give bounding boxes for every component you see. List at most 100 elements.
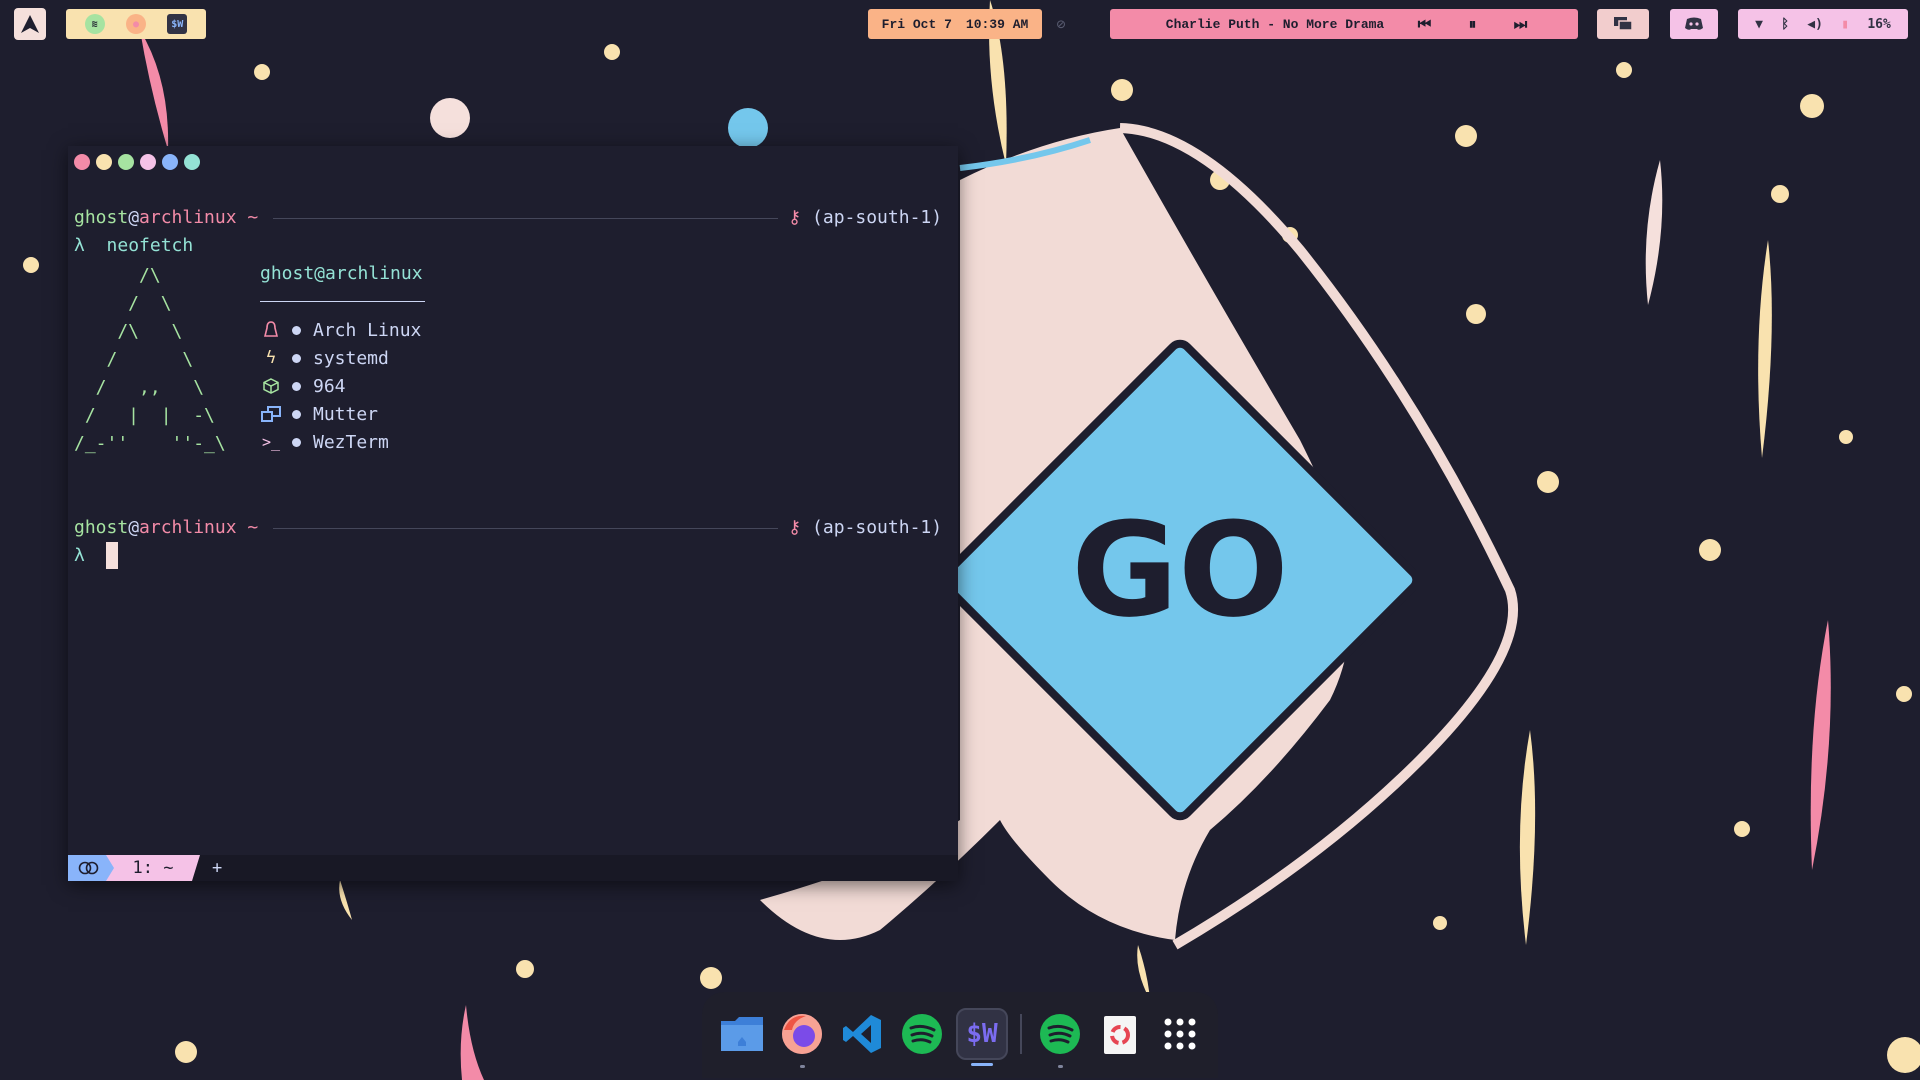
window-dot-teal[interactable]: [184, 154, 200, 170]
dock-vscode[interactable]: [836, 1008, 888, 1060]
running-indicator: [1058, 1065, 1063, 1068]
skip-previous-icon[interactable]: ⏮: [1408, 15, 1438, 33]
prompt-lambda: λ: [74, 235, 85, 256]
packages-value: 964: [313, 375, 346, 397]
window-dot-pink[interactable]: [140, 154, 156, 170]
aws-region: ⚷ (ap-south-1): [788, 207, 943, 228]
new-tab-button[interactable]: +: [212, 855, 222, 881]
window-dot-green[interactable]: [118, 154, 134, 170]
wifi-icon[interactable]: ▼: [1755, 17, 1763, 32]
dock-show-apps[interactable]: [1154, 1008, 1206, 1060]
firefox-icon[interactable]: ●: [125, 14, 146, 34]
dock-files[interactable]: [716, 1008, 768, 1060]
media-player: Charlie Puth - No More Drama ⏮ ⏸ ⏭: [1110, 9, 1578, 39]
prompt-host: archlinux: [139, 517, 237, 538]
init-value: systemd: [313, 347, 389, 369]
neofetch-title: ghost@archlinux: [260, 263, 423, 284]
neofetch-row-packages: 964: [260, 372, 346, 400]
prompt-divider: [273, 218, 778, 219]
bluetooth-icon[interactable]: ᛒ: [1781, 17, 1789, 32]
app-grid-icon: [1164, 1018, 1196, 1050]
prompt-at: @: [128, 207, 140, 228]
focused-indicator: [971, 1063, 993, 1066]
spotify-icon: [1040, 1014, 1080, 1054]
clock-time: 10:39 AM: [965, 16, 1029, 32]
dock-spotify-running[interactable]: [1034, 1008, 1086, 1068]
prompt-at: @: [128, 517, 140, 538]
prompt-dir: ~: [247, 207, 259, 228]
aws-region-label: (ap-south-1): [812, 517, 943, 538]
svg-text:GO: GO: [1071, 494, 1288, 646]
discord-button[interactable]: [1670, 9, 1718, 39]
trash-icon: [1104, 1016, 1136, 1054]
dock-wezterm[interactable]: $W: [956, 1008, 1008, 1066]
wezterm-icon: $W: [966, 1019, 998, 1049]
neofetch-row-wm: Mutter: [260, 400, 378, 428]
neofetch-row-init: ϟ systemd: [260, 344, 389, 372]
neofetch-row-os: Arch Linux: [260, 316, 421, 344]
prompt-divider: [273, 528, 778, 529]
media-title: Charlie Puth - No More Drama: [1165, 16, 1385, 32]
command-line: λ neofetch: [74, 232, 193, 260]
prompt-user: ghost: [74, 207, 129, 228]
prompt-line-2: ghost@archlinux ~: [74, 514, 258, 542]
wm-value: Mutter: [313, 403, 379, 425]
input-lambda: λ: [74, 545, 85, 566]
notifications-off-icon[interactable]: ⊘: [1050, 9, 1072, 39]
wezterm-icon[interactable]: $W: [167, 14, 188, 34]
system-tray[interactable]: ▼ ᛒ ◀) ▮ 16%: [1738, 9, 1908, 39]
clock-widget[interactable]: Fri Oct 7 10:39 AM: [868, 9, 1042, 39]
terminal-value: WezTerm: [313, 431, 389, 453]
running-indicator: [800, 1065, 805, 1068]
arch-logo-icon: [21, 15, 39, 33]
discord-icon: [1685, 17, 1703, 30]
prompt-user: ghost: [74, 517, 129, 538]
bullet: [292, 409, 301, 419]
linux-penguin-icon: [260, 320, 282, 340]
bullet: [292, 437, 301, 447]
window-controls: [74, 154, 200, 170]
os-value: Arch Linux: [313, 319, 422, 341]
text-cursor[interactable]: [106, 542, 118, 569]
spotify-icon: [902, 1014, 942, 1054]
neofetch-underline: [260, 301, 425, 302]
dock-trash[interactable]: [1094, 1008, 1146, 1060]
aws-region: ⚷ (ap-south-1): [788, 517, 943, 538]
arch-ascii-art: /\ / \ /\ \ / \ / ,, \ / | | -\ /_-'' ''…: [74, 265, 226, 454]
bullet: [292, 381, 301, 391]
command-text: neofetch: [106, 235, 194, 256]
init-bolt-icon: ϟ: [265, 348, 277, 368]
bullet: [292, 325, 301, 335]
files-icon: [721, 1017, 763, 1051]
window-dot-red[interactable]: [74, 154, 90, 170]
vscode-icon: [843, 1015, 881, 1053]
window-dot-yellow[interactable]: [96, 154, 112, 170]
dock: $W: [702, 992, 1218, 1078]
volume-icon[interactable]: ◀): [1807, 17, 1823, 32]
prompt-line: ghost@archlinux ~: [74, 204, 258, 232]
spotify-icon[interactable]: ≋: [84, 14, 105, 34]
screen-share-icon: [1614, 17, 1633, 31]
bullet: [292, 353, 301, 363]
wezterm-window[interactable]: ghost@archlinux ~ ⚷ (ap-south-1) λ neofe…: [68, 146, 958, 881]
package-icon: [260, 376, 282, 396]
prompt-host: archlinux: [139, 207, 237, 228]
battery-icon[interactable]: ▮: [1841, 17, 1849, 32]
window-dot-blue[interactable]: [162, 154, 178, 170]
aws-region-label: (ap-south-1): [812, 207, 943, 228]
tab-1[interactable]: 1: ~: [106, 855, 200, 881]
screen-share-button[interactable]: [1597, 9, 1649, 39]
dock-spotify[interactable]: [896, 1008, 948, 1060]
clock-date: Fri Oct 7: [881, 16, 952, 32]
window-manager-icon: [260, 404, 282, 424]
neofetch-row-terminal: >_ WezTerm: [260, 428, 389, 456]
skip-next-icon[interactable]: ⏭: [1504, 15, 1534, 33]
pause-icon[interactable]: ⏸: [1456, 15, 1486, 33]
dock-firefox[interactable]: [776, 1008, 828, 1068]
dock-separator: [1020, 1014, 1022, 1054]
arch-launcher-button[interactable]: [14, 8, 46, 40]
running-apps-tray: ≋ ● $W: [66, 9, 206, 39]
battery-percent: 16%: [1867, 16, 1891, 32]
firefox-icon: [782, 1014, 822, 1054]
tab-bar: 1: ~ +: [68, 855, 958, 881]
